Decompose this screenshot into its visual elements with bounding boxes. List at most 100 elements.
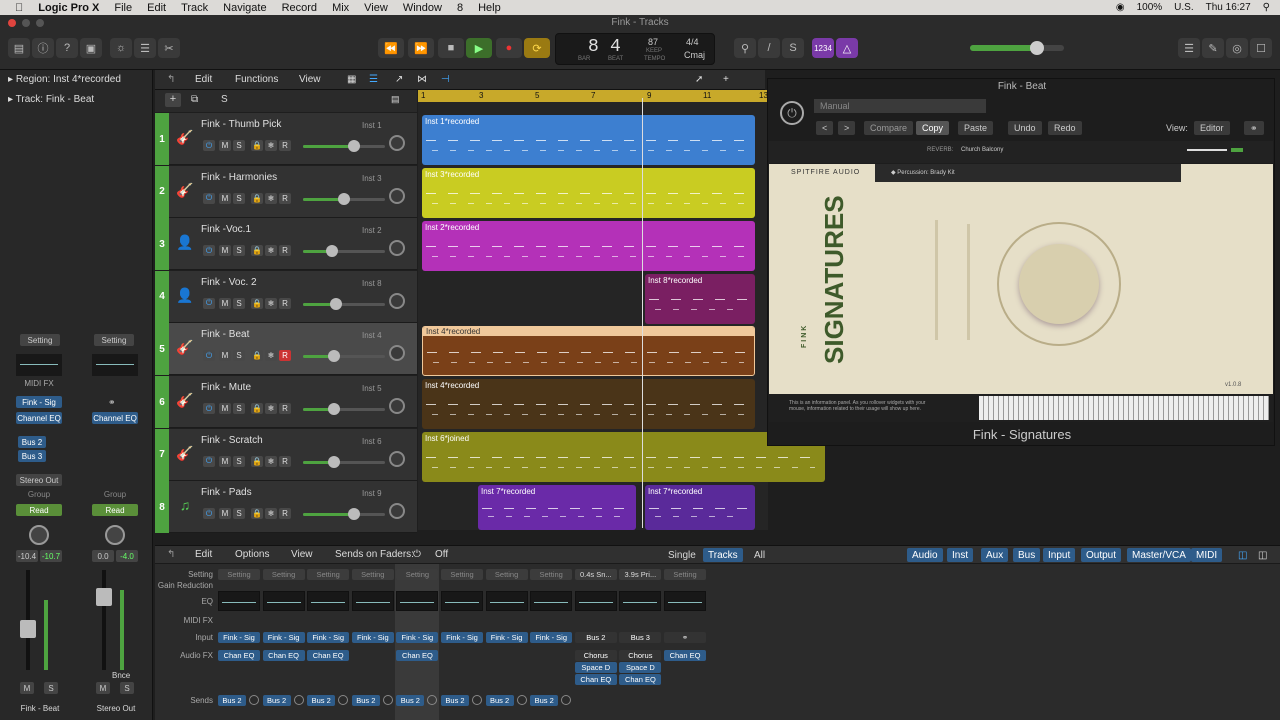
strip-eq-display[interactable] <box>441 591 483 611</box>
track-row[interactable]: 5 🎸 Fink - Beat Inst 4 ⏻ M S 🔒 ❄ R <box>155 323 417 376</box>
track-solo-button[interactable]: S <box>233 455 245 467</box>
track-volume-fader[interactable] <box>303 508 385 521</box>
track-instrument-icon[interactable]: 🎸 <box>175 339 195 359</box>
track-lock-icon[interactable]: 🔒 <box>251 245 263 257</box>
midi-region[interactable]: Inst 2*recorded <box>422 221 755 271</box>
track-volume-fader[interactable] <box>303 350 385 363</box>
track-solo-button[interactable]: S <box>233 245 245 257</box>
preset-menu[interactable]: Manual <box>814 99 986 113</box>
strip-input[interactable]: Fink - Sig <box>307 632 350 643</box>
strip-input[interactable]: Bus 3 <box>619 632 662 643</box>
track-volume-knob[interactable] <box>325 245 338 258</box>
midi-region[interactable]: Inst 7*recorded <box>645 485 755 530</box>
prev-preset-icon[interactable]: < <box>816 121 834 135</box>
track-record-button[interactable]: R <box>279 350 291 362</box>
track-name[interactable]: Fink - Beat <box>201 329 249 340</box>
menu-mix[interactable]: Mix <box>332 2 349 14</box>
strip-setting[interactable]: Setting <box>664 569 706 580</box>
duplicate-track-icon[interactable]: ⧉ <box>191 94 198 105</box>
toolbar-icon[interactable]: ▣ <box>80 38 102 58</box>
strip1-midifx[interactable]: MIDI FX <box>16 379 62 388</box>
strip2-automation[interactable]: Read <box>92 504 138 516</box>
track-mute-button[interactable]: M <box>219 508 231 520</box>
filter-aux[interactable]: Aux <box>981 548 1009 562</box>
strip1-eq[interactable]: Channel EQ <box>16 412 62 424</box>
strip2-fader-track[interactable] <box>102 570 106 670</box>
track-freeze-icon[interactable]: ❄ <box>265 403 277 414</box>
track-row[interactable]: 8 ♫ Fink - Pads Inst 9 ⏻ M S 🔒 ❄ R <box>155 481 417 534</box>
track-record-button[interactable]: R <box>279 192 291 204</box>
menu-record[interactable]: Record <box>282 2 317 14</box>
filter-bus[interactable]: Bus <box>1013 548 1041 562</box>
rewind-button[interactable]: ⏪ <box>378 38 404 58</box>
send-level-knob[interactable] <box>249 695 259 705</box>
track-name[interactable]: Fink - Thumb Pick <box>201 119 281 130</box>
track-power-icon[interactable]: ⏻ <box>203 245 215 257</box>
track-freeze-icon[interactable]: ❄ <box>265 192 277 204</box>
editors-icon[interactable]: ✂ <box>158 38 180 58</box>
playhead[interactable] <box>642 98 643 528</box>
edit-menu[interactable]: Edit <box>195 74 212 85</box>
track-lock-icon[interactable]: 🔒 <box>251 297 263 309</box>
help-icon[interactable]: ? <box>56 38 78 58</box>
master-volume-knob[interactable] <box>1030 41 1044 55</box>
strip1-group[interactable]: Group <box>16 490 62 499</box>
menu-help[interactable]: Help <box>478 2 501 14</box>
strip-send[interactable]: Bus 2 <box>307 695 336 706</box>
track-pan-knob[interactable] <box>389 503 405 520</box>
strip-setting[interactable]: Setting <box>485 569 528 580</box>
functions-menu[interactable]: Functions <box>235 74 278 85</box>
strip-input[interactable]: Fink - Sig <box>441 632 483 643</box>
strip2-setting[interactable]: Setting <box>94 334 134 346</box>
strip-eq-display[interactable] <box>396 591 439 611</box>
strip1-automation[interactable]: Read <box>16 504 62 516</box>
mixer-narrow-icon[interactable]: ◫ <box>1253 548 1272 562</box>
track-lock-icon[interactable]: 🔒 <box>251 455 263 467</box>
strip-input[interactable]: Bus 2 <box>574 632 617 643</box>
track-power-icon[interactable]: ⏻ <box>203 192 215 204</box>
track-mute-button[interactable]: M <box>219 192 231 204</box>
track-power-icon[interactable]: ⏻ <box>203 508 215 520</box>
strip2-pan-knob[interactable] <box>105 525 125 545</box>
play-button[interactable]: ▶ <box>466 38 492 58</box>
strip-input[interactable]: Fink - Sig <box>396 632 439 643</box>
track-row[interactable]: 3 👤 Fink -Voc.1 Inst 2 ⏻ M S 🔒 ❄ R <box>155 218 417 271</box>
track-volume-knob[interactable] <box>328 455 341 468</box>
track-record-button[interactable]: R <box>279 508 291 520</box>
track-pan-knob[interactable] <box>389 398 405 414</box>
midi-region[interactable]: Inst 4*recorded <box>422 379 755 429</box>
main-dial-knob[interactable] <box>1019 244 1099 324</box>
track-volume-fader[interactable] <box>303 403 385 415</box>
global-solo[interactable]: S <box>221 94 228 105</box>
strip-audio-fx-3[interactable]: Chan EQ <box>574 674 617 685</box>
send-level-knob[interactable] <box>516 695 527 705</box>
battery-text[interactable]: 100% <box>1137 2 1163 13</box>
catch-icon[interactable]: ⊣ <box>441 74 450 85</box>
strip-audio-fx[interactable]: Chorus <box>619 650 662 661</box>
strip1-fader-cap[interactable] <box>20 620 36 638</box>
track-volume-fader[interactable] <box>303 140 385 152</box>
loop-browser-icon[interactable]: ◎ <box>1226 38 1248 58</box>
count-in-button[interactable]: 1234 <box>812 38 834 58</box>
track-solo-button[interactable]: S <box>233 192 245 204</box>
track-pan-knob[interactable] <box>389 450 405 467</box>
view-menu[interactable]: Editor <box>1194 121 1230 135</box>
send-level-knob[interactable] <box>382 695 393 705</box>
track-volume-fader[interactable] <box>303 192 385 205</box>
menu-window[interactable]: Window <box>403 2 442 14</box>
strip-eq-display[interactable] <box>485 591 528 611</box>
strip-eq-display[interactable] <box>619 591 662 611</box>
wifi-icon[interactable]: ◉ <box>1116 2 1125 13</box>
paste-button[interactable]: Paste <box>958 121 994 135</box>
mixer-icon[interactable]: ☰ <box>134 38 156 58</box>
compare-button[interactable]: Compare <box>864 121 914 135</box>
strip-send[interactable]: Bus 2 <box>396 695 425 706</box>
track-record-button[interactable]: R <box>279 297 291 309</box>
strip-send[interactable]: Bus 2 <box>441 695 469 706</box>
track-power-icon[interactable]: ⏻ <box>203 403 215 414</box>
strip-eq-display[interactable] <box>574 591 617 611</box>
track-record-button[interactable]: R <box>279 140 291 151</box>
track-volume-knob[interactable] <box>328 350 341 363</box>
solo-icon[interactable]: / <box>758 38 780 58</box>
send-level-knob[interactable] <box>472 695 482 705</box>
